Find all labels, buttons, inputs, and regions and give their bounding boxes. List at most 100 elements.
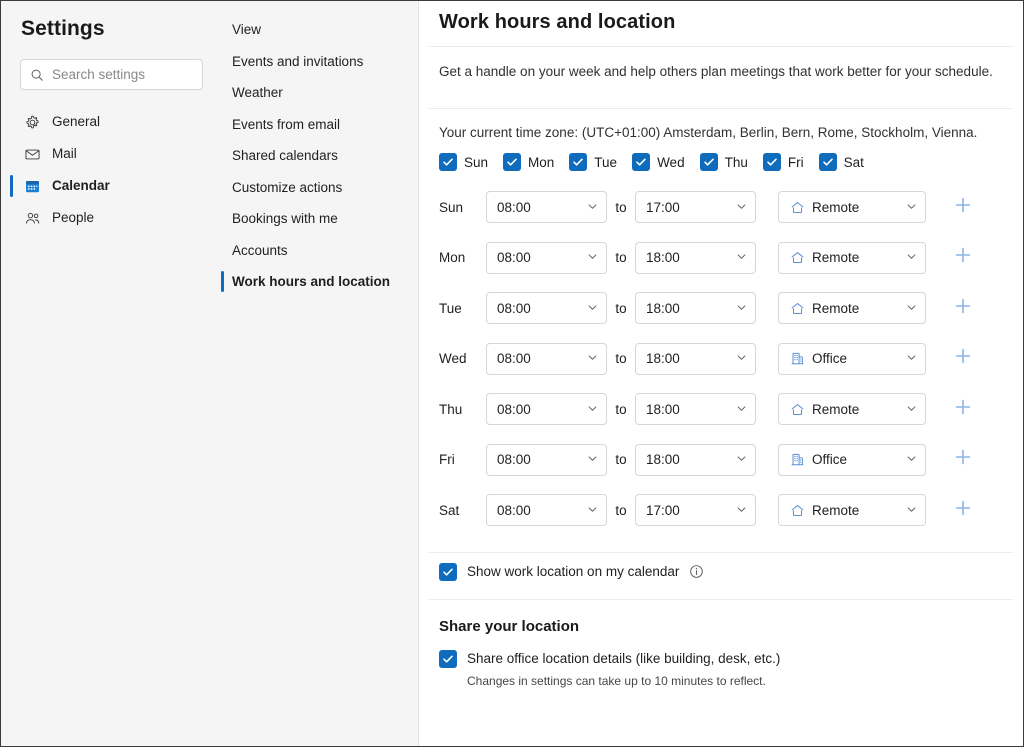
subnav-item-events-and-invitations[interactable]: Events and invitations — [219, 46, 418, 78]
start-time-select-wed[interactable]: 08:00 — [486, 342, 607, 375]
to-label: to — [615, 502, 627, 518]
location-value: Office — [812, 452, 848, 468]
end-time-select-sat[interactable]: 17:00 — [635, 494, 756, 527]
day-toggle-sat[interactable]: Sat — [818, 153, 864, 171]
to-label: to — [615, 452, 627, 468]
content-title: Work hours and location — [439, 11, 676, 33]
day-toggle-label: Mon — [528, 154, 555, 170]
checkbox-checked-icon[interactable] — [439, 153, 457, 171]
location-select-mon[interactable]: Remote — [778, 241, 926, 274]
subnav-item-view[interactable]: View — [219, 14, 418, 46]
end-time-select-tue[interactable]: 18:00 — [635, 292, 756, 325]
subnav-item-label: Bookings with me — [232, 211, 338, 227]
subnav-item-label: Events and invitations — [232, 53, 364, 69]
day-toggle-sun[interactable]: Sun — [439, 153, 488, 171]
subnav-item-bookings-with-me[interactable]: Bookings with me — [219, 203, 418, 235]
subnav-item-shared-calendars[interactable]: Shared calendars — [219, 140, 418, 172]
checkbox-checked-icon[interactable] — [699, 153, 718, 171]
schedule-table: Sun 08:00 to 17:00 Remote Mon 08:00 to 1… — [429, 171, 1013, 536]
chevron-down-icon — [906, 402, 917, 417]
day-toggle-tue[interactable]: Tue — [569, 153, 617, 171]
location-value: Remote — [812, 300, 860, 316]
chevron-down-icon — [587, 402, 598, 417]
day-toggle-label: Sat — [843, 154, 864, 170]
day-toggle-label: Wed — [657, 154, 685, 170]
location-select-sat[interactable]: Remote — [778, 494, 926, 527]
start-time-select-thu[interactable]: 08:00 — [486, 393, 607, 426]
info-icon[interactable] — [689, 564, 704, 579]
day-toggle-wed[interactable]: Wed — [632, 153, 685, 171]
location-value: Remote — [812, 250, 860, 266]
search-box[interactable] — [20, 59, 203, 90]
subnav-item-events-from-email[interactable]: Events from email — [219, 109, 418, 141]
chevron-down-icon — [587, 503, 598, 518]
start-time-select-tue[interactable]: 08:00 — [486, 292, 607, 325]
schedule-day-label: Mon — [439, 250, 466, 266]
location-select-wed[interactable]: Office — [778, 342, 926, 375]
add-work-hours-button-sat[interactable] — [948, 495, 978, 525]
start-time-value: 08:00 — [497, 401, 531, 417]
checkbox-checked-icon[interactable] — [439, 649, 457, 668]
add-work-hours-button-fri[interactable] — [948, 445, 978, 475]
location-value: Remote — [812, 199, 860, 215]
start-time-select-sun[interactable]: 08:00 — [486, 191, 607, 224]
show-work-location-row[interactable]: Show work location on my calendar — [429, 553, 1013, 581]
subnav-item-weather[interactable]: Weather — [219, 77, 418, 109]
sidebar-item-mail[interactable]: Mail — [1, 138, 219, 170]
sidebar-item-general[interactable]: General — [1, 106, 219, 138]
start-time-select-fri[interactable]: 08:00 — [486, 443, 607, 476]
chevron-down-icon — [906, 351, 917, 366]
end-time-value: 18:00 — [646, 452, 680, 468]
day-toggle-mon[interactable]: Mon — [503, 153, 554, 171]
add-work-hours-button-mon[interactable] — [948, 243, 978, 273]
day-toggle-thu[interactable]: Thu — [699, 153, 748, 171]
start-time-select-mon[interactable]: 08:00 — [486, 241, 607, 274]
start-time-value: 08:00 — [497, 199, 531, 215]
plus-icon — [953, 447, 973, 472]
day-toggle-label: Sun — [464, 154, 489, 170]
schedule-row-thu: Thu 08:00 to 18:00 Remote — [439, 384, 1013, 435]
add-work-hours-button-tue[interactable] — [948, 293, 978, 323]
end-time-value: 18:00 — [646, 401, 680, 417]
end-time-select-wed[interactable]: 18:00 — [635, 342, 756, 375]
share-office-location-row[interactable]: Share office location details (like buil… — [429, 635, 1013, 668]
end-time-select-mon[interactable]: 18:00 — [635, 241, 756, 274]
start-time-select-sat[interactable]: 08:00 — [486, 494, 607, 527]
subnav-item-label: Customize actions — [232, 179, 343, 195]
sidebar-item-calendar[interactable]: Calendar — [1, 170, 219, 202]
end-time-select-sun[interactable]: 17:00 — [635, 191, 756, 224]
subnav-item-accounts[interactable]: Accounts — [219, 235, 418, 267]
checkbox-checked-icon[interactable] — [569, 153, 588, 171]
location-select-tue[interactable]: Remote — [778, 292, 926, 325]
subnav-item-customize-actions[interactable]: Customize actions — [219, 172, 418, 204]
page-title: Settings — [21, 17, 105, 40]
checkbox-checked-icon[interactable] — [632, 153, 651, 171]
sidebar-item-label: People — [52, 210, 95, 226]
add-work-hours-button-sun[interactable] — [948, 192, 978, 222]
sidebar-item-label: Mail — [52, 146, 77, 162]
end-time-select-thu[interactable]: 18:00 — [635, 393, 756, 426]
search-input[interactable] — [52, 67, 193, 82]
schedule-day-label: Thu — [439, 401, 463, 417]
location-select-sun[interactable]: Remote — [778, 191, 926, 224]
add-work-hours-button-wed[interactable] — [948, 344, 978, 374]
end-time-select-fri[interactable]: 18:00 — [635, 443, 756, 476]
sidebar-item-people[interactable]: People — [1, 202, 219, 234]
location-select-fri[interactable]: Office — [778, 443, 926, 476]
plus-icon — [953, 397, 973, 422]
schedule-row-tue: Tue 08:00 to 18:00 Remote — [439, 283, 1013, 334]
day-toggle-label: Tue — [594, 154, 618, 170]
subnav-item-work-hours-and-location[interactable]: Work hours and location — [219, 266, 418, 298]
checkbox-checked-icon[interactable] — [818, 153, 837, 171]
day-toggle-fri[interactable]: Fri — [762, 153, 804, 171]
checkbox-checked-icon[interactable] — [503, 153, 522, 171]
calendar-subnav: View Events and invitations Weather Even… — [219, 1, 419, 746]
schedule-day-label: Tue — [439, 300, 462, 316]
checkbox-checked-icon[interactable] — [439, 562, 457, 581]
plus-icon — [953, 245, 973, 270]
checkbox-checked-icon[interactable] — [762, 153, 781, 171]
home-icon — [789, 300, 805, 316]
settings-window: Settings General — [0, 0, 1024, 747]
location-select-thu[interactable]: Remote — [778, 393, 926, 426]
add-work-hours-button-thu[interactable] — [948, 394, 978, 424]
